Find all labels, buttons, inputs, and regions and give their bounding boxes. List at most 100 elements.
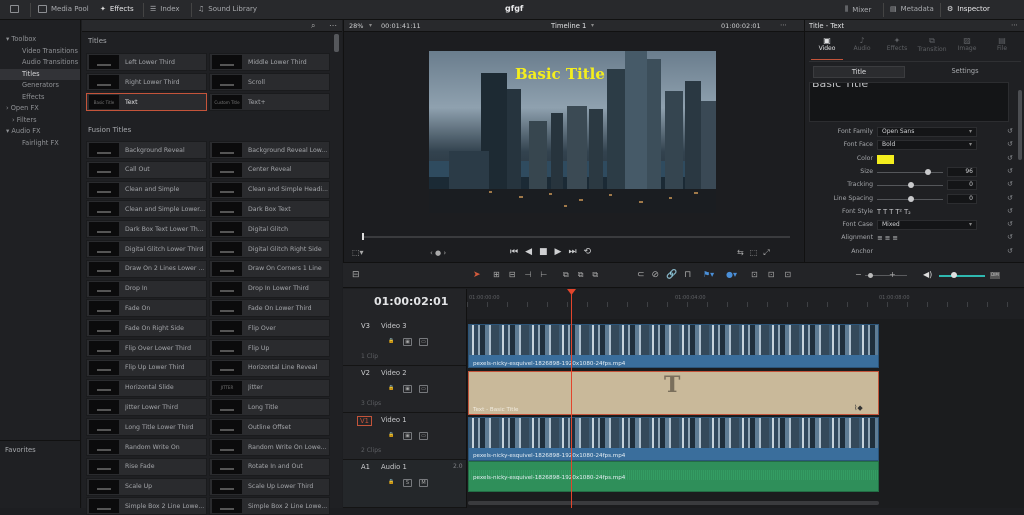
title-template-tile[interactable]: Horizontal Line Reveal: [209, 358, 330, 377]
zoom-slider-knob[interactable]: [868, 273, 873, 278]
track-name[interactable]: Audio 1: [381, 463, 407, 471]
inspector-icon-group[interactable]: ≡ ≡ ≡: [877, 234, 898, 242]
reset-icon[interactable]: ↺: [1007, 180, 1013, 188]
edit-tools[interactable]: ⊞⊟⊣⊢: [493, 270, 556, 279]
title-template-tile[interactable]: Flip Up: [209, 339, 330, 357]
index-tab[interactable]: ☰ Index: [150, 5, 180, 13]
tree-item[interactable]: ▾ Toolbox: [0, 34, 80, 46]
dim-icon[interactable]: DIM: [990, 272, 1000, 279]
inspector-dropdown[interactable]: Open Sans ▾: [877, 127, 977, 137]
title-template-tile[interactable]: Clean and Simple: [86, 180, 207, 199]
reset-icon[interactable]: ↺: [1007, 140, 1013, 148]
title-template-tile[interactable]: Right Lower Third: [86, 73, 207, 91]
track-header-v1[interactable]: V1 Video 1 🔒 ▣ ▭ 2 Clips: [343, 413, 466, 460]
color-swatch[interactable]: [877, 154, 894, 164]
browser-scrollbar[interactable]: [334, 34, 339, 52]
toggle-icon[interactable]: ▭: [419, 432, 428, 440]
keyframe-icon[interactable]: ⌇◆: [854, 404, 863, 412]
scrub-bar[interactable]: [362, 236, 790, 238]
title-template-tile[interactable]: Rotate In and Out: [209, 457, 330, 476]
monitor-icon[interactable]: ▣: [403, 338, 412, 346]
timeline-name[interactable]: Timeline 1: [551, 22, 586, 30]
timeline-view-icon[interactable]: ⊟: [352, 270, 360, 280]
mute-button[interactable]: M: [419, 479, 428, 487]
title-template-tile[interactable]: Simple Box 2 Line Lowe...: [86, 497, 207, 515]
title-template-tile[interactable]: Fade On Lower Third: [209, 299, 330, 318]
video1-clip[interactable]: pexels-nicky-esquivel-1826898-1920x1080-…: [468, 417, 879, 461]
title-template-tile[interactable]: Drop In: [86, 279, 207, 298]
reset-icon[interactable]: ↺: [1007, 247, 1013, 255]
tree-item[interactable]: Generators: [0, 80, 80, 92]
tab-transition[interactable]: ⧉ Transition: [916, 36, 948, 60]
title-template-tile[interactable]: Scroll: [209, 73, 330, 91]
title-template-tile[interactable]: Random Write On Lowe...: [209, 438, 330, 456]
monitor-icon[interactable]: ▣: [403, 385, 412, 393]
insert-tools[interactable]: ⧉⧉⧉: [563, 270, 607, 280]
zoom-in-icon[interactable]: +: [889, 270, 896, 279]
slider-knob[interactable]: [908, 182, 914, 189]
lock-icon[interactable]: 🔒: [387, 432, 396, 440]
audio1-clip[interactable]: pexels-nicky-esquivel-1826898-1920x1080-…: [468, 461, 879, 492]
video2-title-clip[interactable]: T Text - Basic Title ⌇◆: [468, 371, 879, 415]
title-template-tile[interactable]: Center Reveal: [209, 160, 330, 179]
transport-controls[interactable]: ⏮◀■▶⏭⟲: [510, 247, 598, 257]
monitor-icon[interactable]: ▣: [403, 432, 412, 440]
tab-effects[interactable]: ✦ Effects: [881, 36, 913, 60]
title-template-tile[interactable]: Clean and Simple Lower...: [86, 200, 207, 219]
title-template-tile[interactable]: Clean and Simple Headi...: [209, 180, 330, 199]
tree-item[interactable]: Titles: [0, 68, 80, 80]
timeline-ruler[interactable]: 01:00:00:00 01:00:04:00 01:00:08:00: [466, 289, 1024, 319]
more-options-icon[interactable]: ⋯: [1011, 21, 1018, 29]
slider-knob[interactable]: [924, 168, 931, 175]
track-name[interactable]: Video 1: [381, 416, 407, 424]
inspector-icon-group[interactable]: T T T T² T₂: [877, 208, 911, 216]
tab-video[interactable]: ▣ Video: [811, 36, 843, 60]
tab-audio[interactable]: ♪ Audio: [846, 36, 878, 60]
zoom-tools[interactable]: ⊡⊡⊡: [751, 270, 801, 279]
inspector-number-field[interactable]: 96: [947, 166, 977, 177]
toggle-icon[interactable]: ▭: [419, 385, 428, 393]
title-template-tile[interactable]: Flip Over Lower Third: [86, 339, 207, 357]
inspector-number-field[interactable]: 0: [947, 193, 977, 204]
title-template-tile[interactable]: Random Write On: [86, 438, 207, 456]
title-template-tile[interactable]: Jitter Lower Third: [86, 398, 207, 417]
tab-image[interactable]: ▨ Image: [951, 36, 983, 60]
mixer-tab[interactable]: ⫼ Mixer: [845, 5, 871, 14]
title-template-tile[interactable]: Scale Up Lower Third: [209, 477, 330, 496]
title-template-tile[interactable]: Flip Up Lower Third: [86, 358, 207, 377]
title-template-tile[interactable]: Rise Fade: [86, 457, 207, 476]
toggle-icon[interactable]: ▭: [419, 338, 428, 346]
title-template-tile[interactable]: JITTER Jitter: [209, 378, 330, 397]
title-template-tile[interactable]: Draw On 2 Lines Lower ...: [86, 259, 207, 278]
jog-icon[interactable]: ‹ ● ›: [430, 249, 446, 257]
reset-icon[interactable]: ↺: [1007, 220, 1013, 228]
tab-file[interactable]: ▤ File: [986, 36, 1018, 60]
timeline-playhead[interactable]: [571, 289, 572, 508]
reset-icon[interactable]: ↺: [1007, 154, 1013, 162]
volume-slider-knob[interactable]: [951, 272, 957, 278]
title-template-tile[interactable]: Outline Offset: [209, 418, 330, 437]
title-template-tile[interactable]: Digital Glitch: [209, 220, 330, 239]
slider-knob[interactable]: [908, 195, 914, 202]
title-template-tile[interactable]: Long Title Lower Third: [86, 418, 207, 437]
title-template-tile[interactable]: Background Reveal Low...: [209, 141, 330, 159]
reset-icon[interactable]: ↺: [1007, 194, 1013, 202]
more-options-icon[interactable]: ⋯: [329, 21, 337, 30]
track-name[interactable]: Video 3: [381, 322, 407, 330]
title-template-tile[interactable]: Dark Box Text Lower Th...: [86, 220, 207, 239]
video3-clip[interactable]: pexels-nicky-esquivel-1826898-1920x1080-…: [468, 324, 879, 368]
title-template-tile[interactable]: Custom Title Text+: [209, 93, 330, 111]
marker-icon[interactable]: ●▾: [726, 270, 737, 279]
track-header-v3[interactable]: V3 Video 3 🔒 ▣ ▭ 1 Clip: [343, 319, 466, 366]
tab-settings[interactable]: Settings: [917, 66, 1013, 78]
reset-icon[interactable]: ↺: [1007, 167, 1013, 175]
timeline-scrollbar[interactable]: [468, 501, 879, 505]
title-template-tile[interactable]: Fade On: [86, 299, 207, 318]
select-tool-icon[interactable]: ➤: [473, 270, 481, 280]
title-template-tile[interactable]: Flip Over: [209, 319, 330, 338]
reset-icon[interactable]: ↺: [1007, 233, 1013, 241]
search-icon[interactable]: ⌕: [311, 21, 315, 31]
title-template-tile[interactable]: Digital Glitch Right Side: [209, 240, 330, 258]
title-template-tile[interactable]: Background Reveal: [86, 141, 207, 159]
tab-title[interactable]: Title: [813, 66, 905, 78]
